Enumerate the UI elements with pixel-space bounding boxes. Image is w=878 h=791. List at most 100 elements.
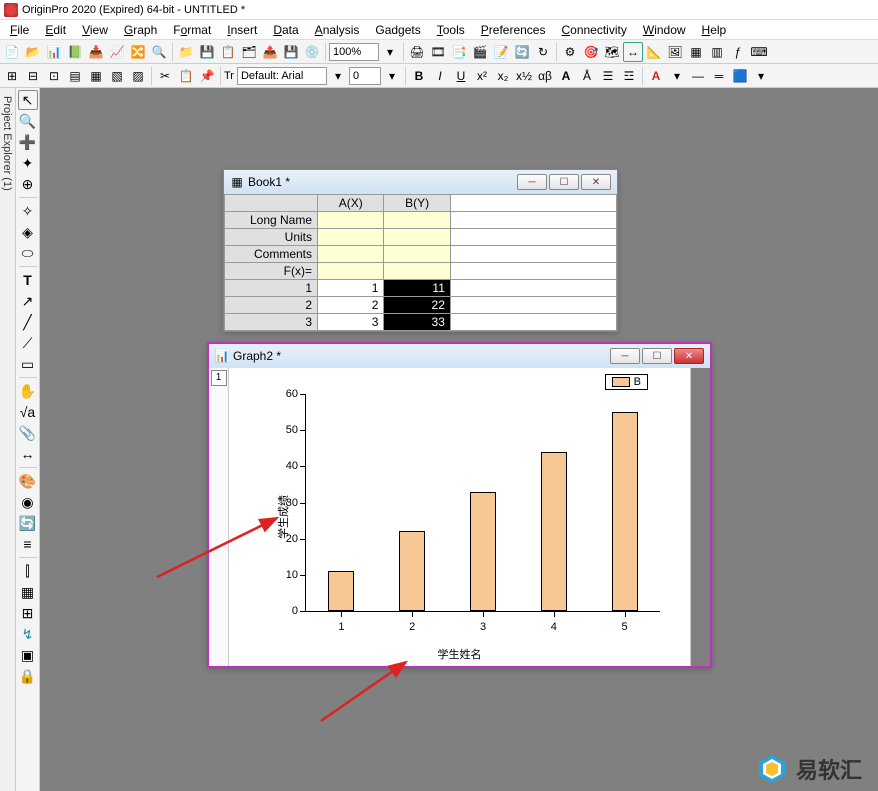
bar[interactable] (612, 412, 638, 611)
menu-format[interactable]: Format (173, 23, 211, 37)
row-n[interactable]: 1 (225, 280, 318, 297)
layer-tool[interactable]: ▦ (18, 582, 38, 602)
fill-button[interactable]: 🟦 (730, 66, 750, 86)
menu-file[interactable]: File (10, 23, 29, 37)
super-sub-button[interactable]: x½ (514, 66, 534, 86)
menu-tools[interactable]: Tools (437, 23, 465, 37)
workbook-window[interactable]: ▦ Book1 * ─ ☐ ✕ A(X) B(Y) Long Name (223, 169, 618, 332)
align-button[interactable]: ☰ (598, 66, 618, 86)
font-input[interactable] (237, 67, 327, 85)
workbook-minimize[interactable]: ─ (517, 174, 547, 190)
region-tool[interactable]: ⬭ (18, 243, 38, 263)
rescale-tool[interactable]: ↔ (18, 444, 38, 464)
new-workbook-button[interactable]: 📊 (44, 42, 64, 62)
color-tool[interactable]: 🎨 (18, 471, 38, 491)
rescale-button[interactable]: ↔ (623, 42, 643, 62)
cell[interactable] (318, 212, 384, 229)
zoom-input[interactable] (329, 43, 379, 61)
lock-tool[interactable]: 🔒 (18, 666, 38, 686)
menu-connectivity[interactable]: Connectivity (561, 23, 626, 37)
rect-tool[interactable]: ▭ (18, 354, 38, 374)
workbook-maximize[interactable]: ☐ (549, 174, 579, 190)
new-folder-button[interactable]: 📂 (23, 42, 43, 62)
import-wizard-button[interactable]: 📥 (86, 42, 106, 62)
open-button[interactable]: 📁 (176, 42, 196, 62)
graph-window[interactable]: 📊 Graph2 * ─ ☐ ✕ 1 B (207, 342, 712, 668)
template-button[interactable]: 📐 (644, 42, 664, 62)
workbook-titlebar[interactable]: ▦ Book1 * ─ ☐ ✕ (224, 170, 617, 194)
fontcolor-dropdown[interactable]: ▾ (667, 66, 687, 86)
arrow-tool[interactable]: ↗ (18, 291, 38, 311)
paste-button[interactable]: 📌 (197, 66, 217, 86)
longname-header[interactable]: Long Name (225, 212, 318, 229)
menu-preferences[interactable]: Preferences (481, 23, 546, 37)
menu-data[interactable]: Data (273, 23, 298, 37)
cut-button[interactable]: ✂ (155, 66, 175, 86)
legend[interactable]: B (605, 374, 648, 390)
bar[interactable] (541, 452, 567, 611)
mask-tool[interactable]: ◈ (18, 222, 38, 242)
3d-tool[interactable]: ◉ (18, 492, 38, 512)
fontsize-input[interactable] (349, 67, 381, 85)
table-corner[interactable] (225, 195, 318, 212)
import-button[interactable]: 📤 (260, 42, 280, 62)
row-n[interactable]: 3 (225, 314, 318, 331)
underline-button[interactable]: U (451, 66, 471, 86)
new-project-button[interactable]: 📄 (2, 42, 22, 62)
rotate-tool[interactable]: 🔄 (18, 513, 38, 533)
copy-button[interactable]: 📋 (176, 66, 196, 86)
menu-edit[interactable]: Edit (45, 23, 66, 37)
x-axis-title[interactable]: 学生姓名 (438, 646, 482, 662)
zoom-chart-button[interactable]: 📈 (107, 42, 127, 62)
menu-help[interactable]: Help (702, 23, 727, 37)
bold-button[interactable]: B (409, 66, 429, 86)
cell[interactable] (318, 229, 384, 246)
insert-tool[interactable]: 📎 (18, 423, 38, 443)
cell[interactable] (384, 229, 450, 246)
import-multiple-button[interactable]: 💿 (302, 42, 322, 62)
menu-view[interactable]: View (82, 23, 108, 37)
cell[interactable]: 3 (318, 314, 384, 331)
menu-window[interactable]: Window (643, 23, 686, 37)
cell[interactable] (384, 263, 450, 280)
duplicate-button[interactable]: 📑 (449, 42, 469, 62)
plot-area[interactable]: B 学生成绩 010203040506012345 学生姓名 (229, 368, 690, 666)
graph-minimize[interactable]: ─ (610, 348, 640, 364)
batch-button[interactable]: 🗂 (239, 42, 259, 62)
cell[interactable] (384, 246, 450, 263)
layer-tab[interactable]: 1 (211, 370, 227, 386)
digitizer-button[interactable]: 🎯 (581, 42, 601, 62)
lineend-tool[interactable]: ⟋ (18, 333, 38, 353)
pointer-tool[interactable]: ↖ (18, 90, 38, 110)
fontcolor-button[interactable]: A (646, 66, 666, 86)
cell[interactable] (318, 263, 384, 280)
cell[interactable]: 22 (384, 297, 450, 314)
sheet3-button[interactable]: ▨ (128, 66, 148, 86)
print-button[interactable]: 🖨 (407, 42, 427, 62)
bar[interactable] (399, 531, 425, 611)
grid2-button[interactable]: ▤ (65, 66, 85, 86)
refresh-button[interactable]: ↻ (533, 42, 553, 62)
layers-button[interactable]: 🗺 (602, 42, 622, 62)
col-a-header[interactable]: A(X) (318, 195, 384, 212)
units-header[interactable]: Units (225, 229, 318, 246)
row-n[interactable]: 2 (225, 297, 318, 314)
sheet2-button[interactable]: ▧ (107, 66, 127, 86)
new-excel-button[interactable]: 📗 (65, 42, 85, 62)
drawdata-tool[interactable]: ✧ (18, 201, 38, 221)
matrix-button[interactable]: ▦ (686, 42, 706, 62)
search-button[interactable]: 🔍 (149, 42, 169, 62)
cell[interactable]: 11 (384, 280, 450, 297)
code-button[interactable]: ⌨ (749, 42, 769, 62)
datareader-tool[interactable]: ✦ (18, 153, 38, 173)
save-button[interactable]: 💾 (197, 42, 217, 62)
graph-maximize[interactable]: ☐ (642, 348, 672, 364)
font-dropdown[interactable]: ▾ (328, 66, 348, 86)
slide-button[interactable]: 🎞 (428, 42, 448, 62)
extract-tool[interactable]: ↯ (18, 624, 38, 644)
worksheet-button[interactable]: ⊞ (2, 66, 22, 86)
menu-analysis[interactable]: Analysis (315, 23, 360, 37)
axis-tool[interactable]: ⫿ (18, 561, 38, 581)
list-button[interactable]: ☲ (619, 66, 639, 86)
fx-header[interactable]: F(x)= (225, 263, 318, 280)
